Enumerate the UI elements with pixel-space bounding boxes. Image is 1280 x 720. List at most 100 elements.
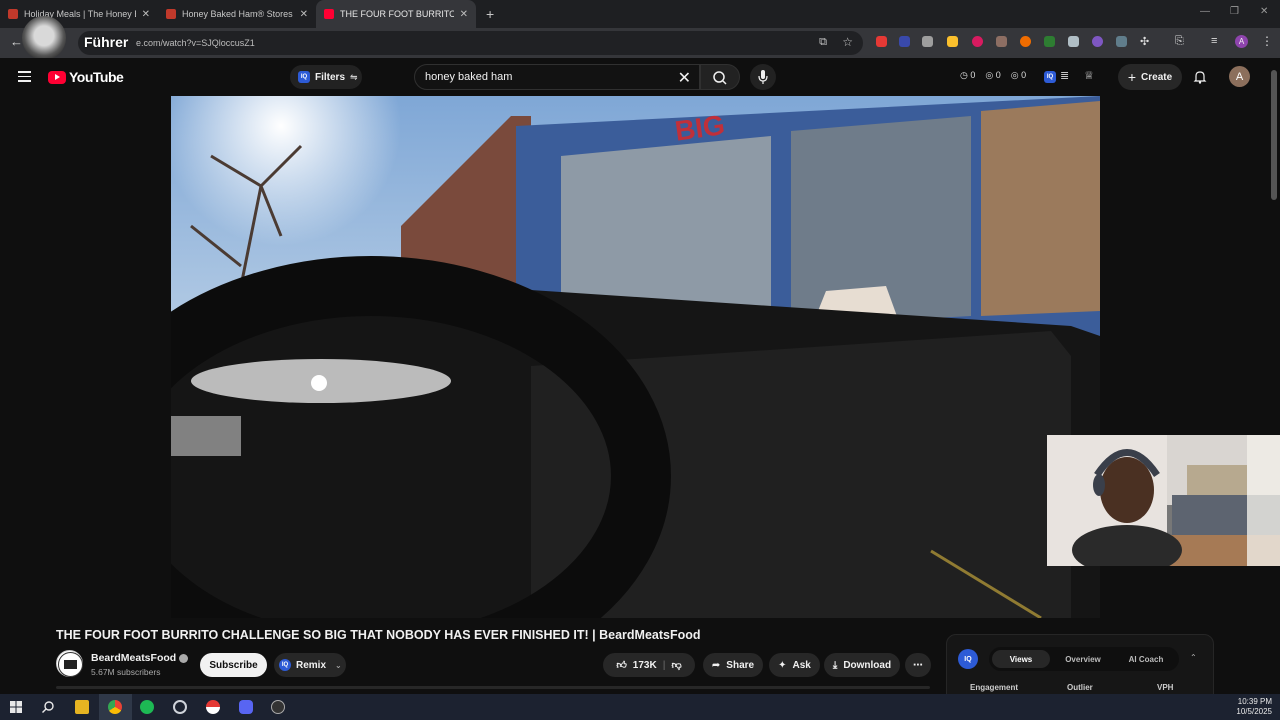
column-outlier: Outlier bbox=[1067, 683, 1093, 692]
close-tab-icon[interactable]: ✕ bbox=[300, 9, 308, 20]
like-count[interactable]: 173K bbox=[633, 660, 657, 671]
more-horizontal-icon: ⋯ bbox=[913, 659, 923, 671]
extension-icon[interactable] bbox=[1020, 36, 1031, 47]
kebab-menu-icon[interactable]: ⋮ bbox=[1261, 34, 1273, 48]
voice-search-button[interactable] bbox=[750, 64, 776, 90]
spotify-icon[interactable] bbox=[140, 700, 154, 714]
collapse-chevron-icon[interactable]: ⌃ bbox=[1190, 653, 1197, 662]
address-bar[interactable]: e.com/watch?v=SJQloccusZ1 ⧉ ☆ bbox=[78, 31, 863, 55]
chrome-icon[interactable] bbox=[108, 700, 122, 714]
honeybaked-favicon-icon bbox=[166, 9, 176, 19]
filters-button[interactable]: IQ Filters ⇋ bbox=[290, 65, 362, 89]
share-button[interactable]: ➦ Share bbox=[703, 653, 763, 677]
system-clock[interactable]: 10:39 PM 10/5/2025 bbox=[1236, 697, 1272, 717]
search-input[interactable]: honey baked ham ✕ bbox=[414, 64, 700, 90]
notifications-bell-icon[interactable] bbox=[1193, 70, 1207, 84]
search-icon[interactable] bbox=[41, 700, 55, 714]
windows-taskbar: 10:39 PM 10/5/2025 bbox=[0, 694, 1280, 720]
list-icon[interactable]: ≣ bbox=[1060, 69, 1069, 82]
chevron-down-icon[interactable]: ⌄ bbox=[335, 661, 342, 670]
close-window-icon[interactable]: ✕ bbox=[1260, 6, 1268, 17]
video-player[interactable]: BIG bbox=[171, 96, 1100, 618]
youtube-logo[interactable]: YouTube bbox=[48, 69, 124, 85]
filters-label: Filters bbox=[315, 71, 346, 83]
tab-overview[interactable]: Overview bbox=[1054, 650, 1112, 668]
iq-extension-icon[interactable]: IQ bbox=[1044, 71, 1056, 83]
extension-icon[interactable] bbox=[922, 36, 933, 47]
youtube-play-icon bbox=[48, 70, 66, 84]
more-actions-button[interactable]: ⋯ bbox=[905, 653, 931, 677]
account-avatar[interactable]: A bbox=[1229, 66, 1250, 87]
minimize-icon[interactable]: — bbox=[1200, 6, 1210, 17]
extension-icon[interactable] bbox=[972, 36, 983, 47]
video-frame: BIG bbox=[171, 96, 1100, 618]
create-button[interactable]: + Create bbox=[1118, 64, 1182, 90]
cast-icon[interactable]: ⎘ bbox=[1175, 35, 1184, 48]
file-explorer-icon[interactable] bbox=[75, 700, 89, 714]
tab-four-foot-burrito[interactable]: THE FOUR FOOT BURRITO ✕ bbox=[316, 0, 476, 28]
ask-button[interactable]: ✦ Ask bbox=[769, 653, 820, 677]
hamburger-menu-icon[interactable] bbox=[18, 71, 31, 82]
sliders-icon: ⇋ bbox=[350, 71, 358, 82]
extension-icon[interactable] bbox=[996, 36, 1007, 47]
discord-icon[interactable] bbox=[239, 700, 253, 714]
views-stat: ◎ 0 bbox=[985, 70, 1001, 80]
download-button[interactable]: ⤓ Download bbox=[824, 653, 900, 677]
plus-icon: + bbox=[1127, 69, 1137, 85]
clock-time: 10:39 PM bbox=[1237, 697, 1272, 706]
download-icon: ⤓ bbox=[832, 659, 838, 671]
extension-icon[interactable] bbox=[899, 36, 910, 47]
video-title: THE FOUR FOOT BURRITO CHALLENGE SO BIG T… bbox=[56, 628, 701, 642]
overlay-label: Führer bbox=[84, 34, 129, 50]
clock-stat: ◷ 0 bbox=[960, 70, 976, 80]
subscribe-button[interactable]: Subscribe bbox=[200, 653, 267, 677]
maximize-icon[interactable]: ❐ bbox=[1230, 6, 1239, 17]
tab-ai-coach[interactable]: AI Coach bbox=[1116, 650, 1176, 668]
overlay-sticker-image bbox=[22, 16, 66, 60]
search-query: honey baked ham bbox=[425, 71, 513, 83]
tab-honey-baked-stores[interactable]: Honey Baked Ham® Stores | H ✕ bbox=[158, 0, 316, 28]
clear-search-icon[interactable]: ✕ bbox=[678, 68, 691, 88]
close-tab-icon[interactable]: ✕ bbox=[142, 9, 150, 20]
search-icon bbox=[713, 71, 727, 85]
search-button[interactable] bbox=[700, 64, 740, 90]
tab-holiday-meals[interactable]: Holiday Meals | The Honey Bak ✕ bbox=[0, 0, 158, 28]
pokeball-app-icon[interactable] bbox=[206, 700, 220, 714]
remix-button[interactable]: IQ Remix ⌄ bbox=[274, 653, 346, 677]
obs-icon[interactable] bbox=[271, 700, 285, 714]
install-app-icon[interactable]: ⧉ bbox=[819, 36, 827, 49]
profile-avatar[interactable]: A bbox=[1235, 35, 1248, 48]
close-tab-icon[interactable]: ✕ bbox=[460, 9, 468, 20]
channel-name[interactable]: BeardMeatsFood bbox=[91, 652, 189, 664]
extension-icon[interactable] bbox=[1068, 36, 1079, 47]
extension-icon[interactable] bbox=[1044, 36, 1055, 47]
thumbs-down-icon[interactable]: 👎︎ bbox=[672, 659, 682, 671]
steam-icon[interactable] bbox=[173, 700, 187, 714]
page-scrollbar[interactable] bbox=[1271, 70, 1277, 200]
channel-avatar[interactable] bbox=[56, 650, 83, 677]
windows-start-icon[interactable] bbox=[9, 700, 23, 714]
extension-icon[interactable] bbox=[1092, 36, 1103, 47]
extension-icon[interactable] bbox=[1116, 36, 1127, 47]
column-vph: VPH bbox=[1157, 683, 1174, 692]
extension-icon[interactable] bbox=[947, 36, 958, 47]
browser-toolbar: ← e.com/watch?v=SJQloccusZ1 ⧉ ☆ Führer bbox=[0, 16, 1280, 60]
subscriber-count: 5.67M subscribers bbox=[91, 667, 161, 677]
new-tab-button[interactable]: + bbox=[486, 0, 494, 28]
description-box-edge bbox=[56, 686, 930, 689]
media-controls-icon[interactable]: ≡ bbox=[1211, 35, 1217, 47]
column-engagement: Engagement bbox=[970, 683, 1019, 692]
extension-icon[interactable] bbox=[876, 36, 887, 47]
youtube-masthead: YouTube IQ Filters ⇋ honey baked ham ✕ ◷… bbox=[0, 58, 1280, 96]
clock-date: 10/5/2025 bbox=[1236, 707, 1272, 716]
thumbs-up-icon[interactable]: 👍︎ bbox=[616, 659, 626, 671]
webcam-feed-image bbox=[1047, 435, 1280, 566]
trophy-icon[interactable]: ♕ bbox=[1084, 69, 1094, 82]
eye-stat: ◎ 0 bbox=[1010, 70, 1027, 80]
tab-views[interactable]: Views bbox=[992, 650, 1050, 668]
bookmark-star-icon[interactable]: ☆ bbox=[842, 35, 853, 49]
beard-meats-food-logo-icon bbox=[58, 652, 83, 677]
iq-badge-icon: IQ bbox=[298, 71, 310, 83]
iq-tab-bar: Views Overview AI Coach bbox=[989, 647, 1179, 671]
extensions-puzzle-icon[interactable]: ✣ bbox=[1140, 35, 1149, 48]
